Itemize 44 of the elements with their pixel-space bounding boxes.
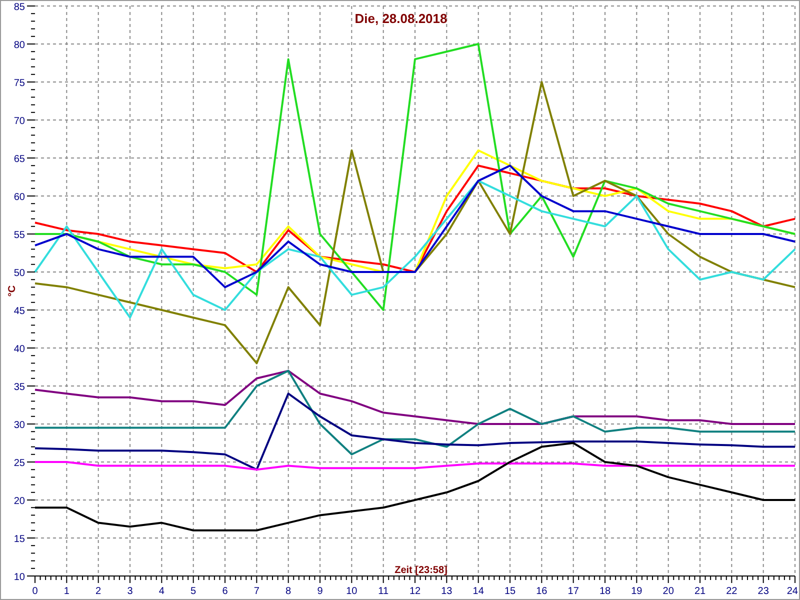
x-tick-label: 2 — [96, 586, 102, 597]
y-tick-label: 50 — [14, 268, 25, 279]
x-tick-label: 1 — [64, 586, 70, 597]
x-tick-label: 8 — [286, 586, 292, 597]
x-tick-label: 7 — [254, 586, 260, 597]
y-tick-label: 70 — [14, 116, 25, 127]
y-tick-label: 45 — [14, 306, 25, 317]
x-tick-label: 9 — [317, 586, 323, 597]
y-tick-label: 30 — [14, 420, 25, 431]
x-tick-label: 17 — [568, 586, 579, 597]
x-tick-label: 24 — [786, 586, 798, 597]
y-tick-label: 80 — [14, 40, 25, 51]
chart-title: Die, 28.08.2018 — [354, 11, 448, 26]
x-tick-label: 18 — [599, 586, 611, 597]
y-tick-label: 85 — [14, 2, 25, 13]
y-tick-label: 60 — [14, 192, 25, 203]
y-tick-label: 35 — [14, 382, 25, 393]
y-tick-label: 55 — [14, 230, 25, 241]
x-tick-label: 23 — [758, 586, 769, 597]
x-tick-label: 20 — [662, 586, 674, 597]
y-tick-label: 15 — [14, 534, 25, 545]
x-tick-label: 15 — [504, 586, 516, 597]
x-tick-label: 14 — [472, 586, 484, 597]
x-tick-label: 5 — [190, 586, 196, 597]
y-tick-label: 65 — [14, 154, 25, 165]
x-tick-label: 16 — [536, 586, 548, 597]
x-tick-label: 13 — [441, 586, 452, 597]
x-tick-label: 22 — [726, 586, 738, 597]
x-tick-label: 6 — [222, 586, 228, 597]
x-tick-label: 10 — [346, 586, 358, 597]
x-tick-label: 11 — [378, 586, 389, 597]
x-tick-label: 0 — [32, 586, 38, 597]
x-tick-label: 19 — [631, 586, 642, 597]
y-tick-label: 40 — [14, 344, 25, 355]
y-axis-label: °C — [7, 285, 18, 297]
y-tick-label: 20 — [14, 496, 25, 507]
x-tick-label: 4 — [158, 586, 164, 597]
x-tick-label: 3 — [127, 586, 133, 597]
y-tick-label: 25 — [14, 458, 25, 469]
x-tick-label: 21 — [694, 586, 706, 597]
x-axis-label: Zeit [23:58] — [394, 565, 448, 576]
y-tick-label: 10 — [14, 572, 25, 583]
x-tick-label: 12 — [409, 586, 421, 597]
y-tick-label: 75 — [14, 78, 25, 89]
